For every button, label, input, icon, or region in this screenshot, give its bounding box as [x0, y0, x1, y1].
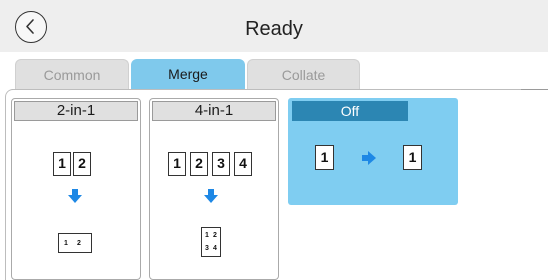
page-icon: 1: [403, 145, 422, 170]
page-number: 4: [213, 245, 217, 252]
page-title: Ready: [245, 18, 303, 40]
page-number: 3: [205, 245, 209, 252]
option-2-in-1[interactable]: 2-in-1 1 2 1 2: [11, 98, 141, 280]
scroll-edge-divider: [521, 89, 548, 90]
option-label: 2-in-1: [14, 101, 138, 121]
page-icon: 2: [73, 152, 91, 176]
option-label: Off: [292, 101, 408, 121]
tab-divider: [12, 89, 548, 90]
tab-merge[interactable]: Merge: [131, 59, 245, 89]
page-icon: 3: [212, 152, 230, 176]
tab-collate[interactable]: Collate: [247, 59, 360, 89]
arrow-right-icon: [362, 151, 376, 165]
merged-page-icon: 1 2 3 4: [201, 227, 221, 257]
chevron-left-icon: [26, 19, 34, 34]
tab-common[interactable]: Common: [15, 59, 129, 89]
merged-page-icon: 1 2: [58, 233, 92, 253]
option-label: 4-in-1: [152, 101, 276, 121]
page-number: 1: [64, 240, 68, 247]
page-icon: 2: [190, 152, 208, 176]
page-number: 1: [205, 232, 209, 239]
page-icon: 1: [53, 152, 71, 176]
header-bar: Ready: [0, 0, 548, 52]
arrow-down-icon: [204, 189, 218, 203]
page-number: 2: [77, 240, 81, 247]
page-icon: 1: [315, 145, 334, 170]
option-off[interactable]: Off 1 1: [288, 98, 458, 205]
arrow-down-icon: [68, 189, 82, 203]
back-button[interactable]: [15, 11, 47, 43]
page-number: 2: [213, 232, 217, 239]
page-icon: 1: [168, 152, 186, 176]
page-icon: 4: [234, 152, 252, 176]
option-4-in-1[interactable]: 4-in-1 1 2 3 4 1 2 3 4: [149, 98, 279, 280]
